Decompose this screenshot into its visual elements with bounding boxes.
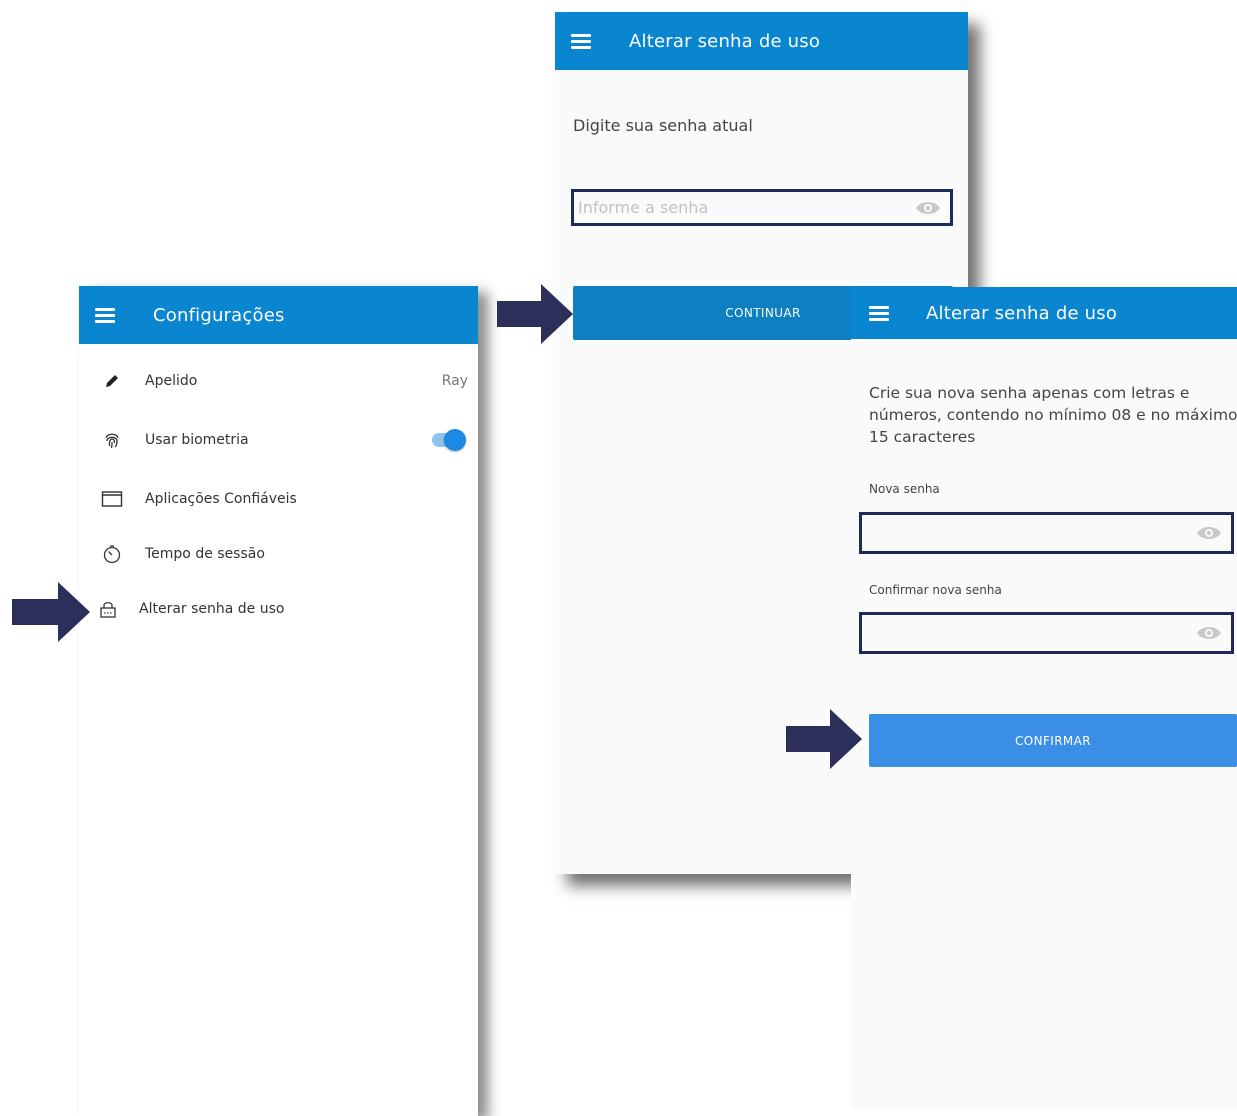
menu-icon[interactable] — [571, 33, 593, 49]
settings-item-biometria[interactable]: Usar biometria — [79, 420, 478, 460]
new-password-instruction: Crie sua nova senha apenas com letras e … — [869, 384, 1237, 446]
settings-item-aplicacoes[interactable]: Aplicações Confiáveis — [79, 479, 478, 519]
current-password-app-bar: Alterar senha de uso — [555, 12, 968, 70]
confirm-button[interactable]: CONFIRMAR — [869, 714, 1237, 767]
settings-item-apelido[interactable]: Apelido Ray — [79, 361, 478, 401]
confirm-password-field — [859, 612, 1234, 654]
menu-icon[interactable] — [869, 305, 891, 321]
new-password-title: Alterar senha de uso — [926, 302, 1118, 324]
eye-icon[interactable] — [1195, 523, 1223, 543]
window-icon — [101, 488, 123, 510]
settings-item-tempo-sessao[interactable]: Tempo de sessão — [79, 534, 478, 574]
settings-item-label: Alterar senha de uso — [139, 601, 285, 617]
arrow-right-icon — [497, 284, 573, 344]
current-password-input[interactable] — [574, 191, 914, 224]
pencil-icon — [101, 370, 123, 392]
nickname-value: Ray — [441, 373, 468, 389]
arrow-right-icon — [12, 582, 90, 642]
current-password-title: Alterar senha de uso — [629, 30, 821, 52]
confirm-password-input[interactable] — [862, 614, 1195, 652]
fingerprint-icon — [101, 429, 123, 451]
new-password-label: Nova senha — [869, 482, 940, 496]
current-password-instruction: Digite sua senha atual — [573, 116, 753, 135]
confirm-password-label: Confirmar nova senha — [869, 583, 1002, 597]
settings-app-bar: Configurações — [79, 286, 478, 344]
timer-icon — [101, 543, 123, 565]
current-password-field — [571, 189, 953, 226]
new-password-screen: Alterar senha de uso Crie sua nova senha… — [851, 287, 1237, 1108]
settings-item-label: Aplicações Confiáveis — [145, 491, 297, 507]
biometrics-toggle[interactable] — [432, 429, 466, 451]
eye-icon[interactable] — [914, 198, 942, 218]
settings-screen: Configurações Apelido Ray Usar biometria… — [79, 286, 478, 1116]
lock-icon — [97, 598, 119, 620]
new-password-input[interactable] — [862, 514, 1195, 552]
settings-item-label: Apelido — [145, 373, 198, 389]
new-password-app-bar: Alterar senha de uso — [851, 287, 1237, 339]
menu-icon[interactable] — [95, 307, 117, 323]
settings-item-alterar-senha[interactable]: Alterar senha de uso — [79, 589, 478, 629]
settings-item-label: Usar biometria — [145, 432, 249, 448]
arrow-right-icon — [786, 709, 862, 769]
new-password-field — [859, 512, 1234, 554]
settings-item-label: Tempo de sessão — [145, 546, 265, 562]
eye-icon[interactable] — [1195, 623, 1223, 643]
settings-title: Configurações — [153, 304, 285, 326]
